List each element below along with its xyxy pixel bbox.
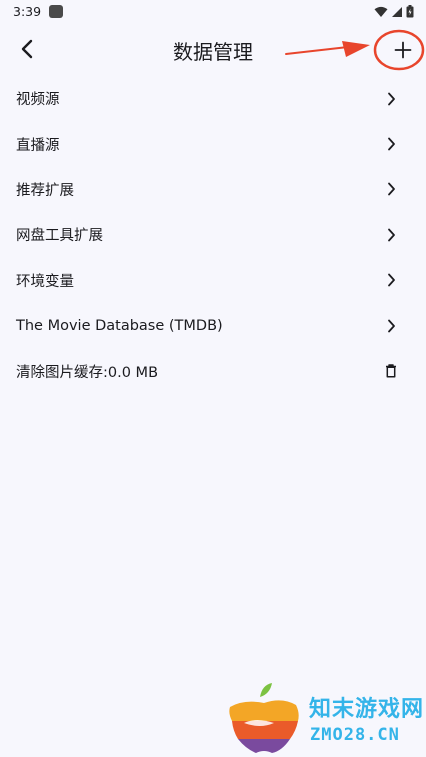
list-item-video-source[interactable]: 视频源 xyxy=(0,76,426,121)
list-item-label: 推荐扩展 xyxy=(16,182,74,199)
list-item-label: 环境变量 xyxy=(16,273,74,290)
data-management-list: 视频源 直播源 推荐扩展 网盘工具扩展 环境变量 The Movie Datab… xyxy=(0,76,426,394)
list-item-cloud-disk-extensions[interactable]: 网盘工具扩展 xyxy=(0,212,426,257)
notification-icon xyxy=(49,5,63,18)
wifi-icon xyxy=(374,6,388,17)
watermark-text-top: 知末游戏网 xyxy=(309,697,425,722)
signal-icon xyxy=(392,6,402,17)
apple-logo-icon xyxy=(229,683,299,753)
chevron-right-icon xyxy=(384,272,398,288)
list-item-label: The Movie Database (TMDB) xyxy=(16,317,223,334)
list-item-live-source[interactable]: 直播源 xyxy=(0,121,426,166)
chevron-right-icon xyxy=(384,318,398,334)
watermark-text-bottom: ZMO28.CN xyxy=(310,725,400,745)
chevron-right-icon xyxy=(384,136,398,152)
list-item-label: 视频源 xyxy=(16,92,60,109)
chevron-right-icon xyxy=(384,91,398,107)
annotation-arrow-icon xyxy=(285,41,370,57)
watermark: 知末游戏网 ZMO28.CN xyxy=(226,683,426,755)
status-bar: 3:39 xyxy=(0,0,426,24)
status-icons xyxy=(374,5,414,18)
arrow-back-icon xyxy=(21,39,33,59)
annotation-circle-icon xyxy=(373,29,425,71)
trash-icon[interactable] xyxy=(384,363,398,379)
list-item-label: 清除图片缓存:0.0 MB xyxy=(16,364,159,381)
chevron-right-icon xyxy=(384,181,398,197)
status-time: 3:39 xyxy=(13,4,42,19)
back-button[interactable] xyxy=(10,32,44,66)
list-item-tmdb[interactable]: The Movie Database (TMDB) xyxy=(0,303,426,348)
battery-icon xyxy=(406,5,414,18)
list-item-clear-image-cache[interactable]: 清除图片缓存:0.0 MB xyxy=(0,348,426,393)
list-item-recommended-extensions[interactable]: 推荐扩展 xyxy=(0,167,426,212)
list-item-label: 直播源 xyxy=(16,137,60,154)
list-item-label: 网盘工具扩展 xyxy=(16,228,103,245)
list-item-environment-variables[interactable]: 环境变量 xyxy=(0,258,426,303)
chevron-right-icon xyxy=(384,227,398,243)
